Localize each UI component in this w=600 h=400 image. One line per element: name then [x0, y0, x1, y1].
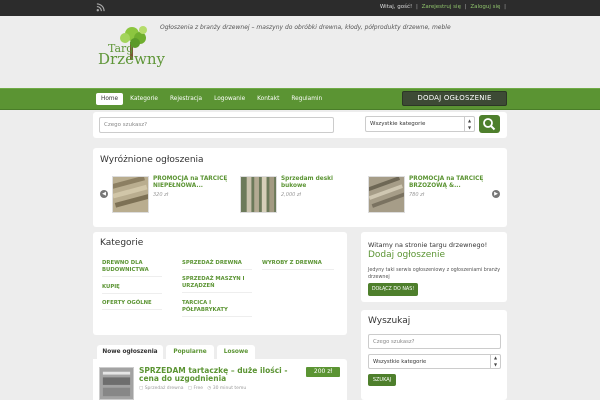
- category-select[interactable]: Wszystkie kategorie ▲ ▼: [365, 116, 475, 132]
- listing-price-badge: 200 zł: [306, 367, 340, 377]
- login-link[interactable]: Zaloguj się: [470, 4, 500, 10]
- clock-icon: ◷: [207, 386, 212, 391]
- listing-title[interactable]: SPRZEDAM tartaczkę – duże ilości -cena d…: [139, 367, 304, 383]
- featured-thumb[interactable]: [240, 176, 277, 213]
- search-icon: [483, 118, 496, 131]
- category-link[interactable]: TARCICA I PÓŁFABRYKATY: [182, 300, 252, 317]
- category-link[interactable]: SPRZEDAŻ DREWNA: [182, 260, 252, 270]
- featured-item[interactable]: PROMOCJA na TARCICĘ NIEPEŁNOWA... 320 zł: [112, 176, 232, 216]
- main-nav-bar: Home Kategorie Rejestracja Logowanie Kon…: [0, 88, 600, 110]
- nav-rules[interactable]: Regulamin: [286, 93, 327, 105]
- carousel-prev-icon[interactable]: ◀: [100, 190, 108, 198]
- site-tagline: Ogłoszenia z branży drzewnej – maszyny d…: [160, 24, 451, 31]
- category-link[interactable]: OFERTY OGÓLNE: [102, 300, 162, 310]
- rss-icon[interactable]: [96, 3, 105, 12]
- featured-item[interactable]: PROMOCJA na TARCICĘ BRZOZOWĄ &... 780 zł: [368, 176, 488, 216]
- listing-category[interactable]: Sprzedaż drewna: [145, 386, 184, 391]
- listing-meta: ▢ Sprzedaż drewna ▢ Free ◷ 30 minut temu: [139, 386, 246, 391]
- featured-item-title[interactable]: PROMOCJA na TARCICĘ NIEPEŁNOWA...: [153, 176, 231, 190]
- featured-item-title[interactable]: PROMOCJA na TARCICĘ BRZOZOWĄ &...: [409, 176, 487, 190]
- listing-views: Free: [193, 386, 204, 391]
- carousel-next-icon[interactable]: ▶: [492, 190, 500, 198]
- logo-text[interactable]: Targ Drzewny: [98, 43, 165, 68]
- nav-categories[interactable]: Kategorie: [125, 93, 163, 105]
- categories-title: Kategorie: [100, 238, 144, 248]
- listing-time: 30 minut temu: [212, 386, 247, 391]
- category-select-value: Wszystkie kategorie: [370, 121, 426, 127]
- welcome-add-title: Dodaj ogłoszenie: [368, 250, 446, 260]
- category-link[interactable]: WYROBY Z DREWNA: [262, 260, 334, 270]
- select-arrows-icon: ▲ ▼: [464, 117, 474, 131]
- top-bar: Witaj, gość! | Zarejestruj się | Zaloguj…: [0, 0, 600, 16]
- tab-random[interactable]: Losowe: [217, 345, 255, 359]
- featured-item-price: 780 zł: [409, 192, 425, 198]
- featured-item-price: 320 zł: [153, 192, 169, 198]
- category-link[interactable]: SPRZEDAŻ MASZYN I URZĄDZEŃ: [182, 276, 252, 293]
- nav-home[interactable]: Home: [96, 93, 124, 105]
- greeting-text: Witaj, gość!: [379, 4, 413, 10]
- join-button[interactable]: DOŁĄCZ DO NAS!: [368, 283, 418, 296]
- side-search-button[interactable]: SZUKAJ: [368, 374, 396, 386]
- featured-item-price: 2,000 zł: [281, 192, 301, 198]
- welcome-description: Jedyny taki serwis ogłoszeniowy z ogłosz…: [368, 268, 501, 280]
- nav-register[interactable]: Rejestracja: [165, 93, 207, 105]
- listing-thumb[interactable]: [99, 367, 134, 400]
- listing-panel: SPRZEDAM tartaczkę – duże ilości -cena d…: [93, 359, 347, 400]
- side-search-panel: Wyszukaj Czego szukasz? Wszystkie katego…: [361, 310, 507, 400]
- user-icon: ▢: [187, 386, 193, 391]
- nav-login[interactable]: Logowanie: [209, 93, 250, 105]
- search-panel: Czego szukasz? Wszystkie kategorie ▲ ▼: [93, 112, 507, 138]
- add-listing-button[interactable]: DODAJ OGŁOSZENIE: [402, 91, 507, 106]
- category-link[interactable]: DREWNO DLA BUDOWNICTWA: [102, 260, 162, 277]
- main-nav: Home Kategorie Rejestracja Logowanie Kon…: [96, 93, 327, 105]
- side-category-value: Wszystkie kategorie: [373, 359, 427, 365]
- category-link[interactable]: KUPIĘ: [102, 284, 162, 294]
- categories-panel: Kategorie DREWNO DLA BUDOWNICTWA KUPIĘ O…: [93, 232, 347, 335]
- user-links: Witaj, gość! | Zarejestruj się | Zaloguj…: [379, 4, 506, 10]
- tab-new-listings[interactable]: Nowe ogłoszenia: [97, 345, 163, 360]
- nav-contact[interactable]: Kontakt: [252, 93, 284, 105]
- featured-title: Wyróżnione ogłoszenia: [100, 155, 204, 165]
- search-button[interactable]: [479, 115, 500, 133]
- logo-line2: Drzewny: [98, 50, 165, 68]
- featured-thumb[interactable]: [112, 176, 149, 213]
- featured-item[interactable]: Sprzedam deski bukowe 2,000 zł: [240, 176, 360, 216]
- folder-icon: ▢: [139, 386, 144, 391]
- welcome-panel: Witamy na stronie targu drzewnego! Dodaj…: [361, 232, 507, 302]
- featured-thumb[interactable]: [368, 176, 405, 213]
- side-search-title: Wyszukaj: [368, 316, 411, 326]
- select-arrows-icon: ▲ ▼: [490, 355, 500, 368]
- tab-popular[interactable]: Popularne: [166, 345, 214, 359]
- side-search-input[interactable]: Czego szukasz?: [368, 334, 501, 349]
- register-link[interactable]: Zarejestruj się: [422, 4, 461, 10]
- welcome-text: Witamy na stronie targu drzewnego!: [368, 241, 488, 249]
- side-category-select[interactable]: Wszystkie kategorie ▲ ▼: [368, 354, 501, 369]
- featured-panel: Wyróżnione ogłoszenia ◀ ▶ PROMOCJA na TA…: [93, 148, 507, 227]
- search-input[interactable]: Czego szukasz?: [99, 117, 334, 133]
- featured-item-title[interactable]: Sprzedam deski bukowe: [281, 176, 359, 190]
